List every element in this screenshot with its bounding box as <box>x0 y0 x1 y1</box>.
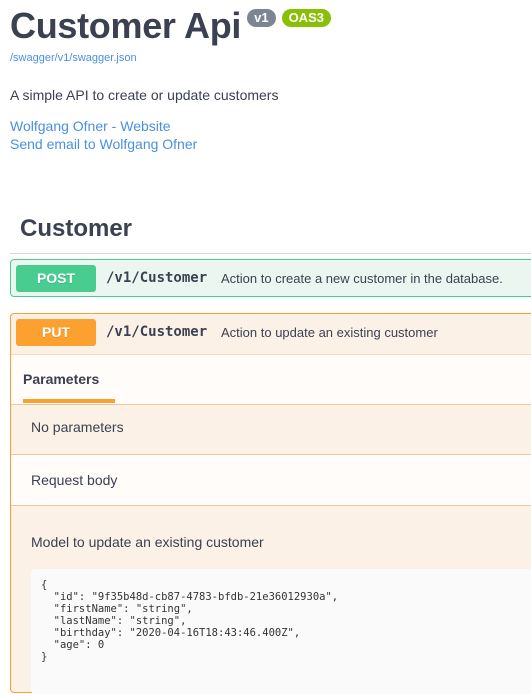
method-badge-post: POST <box>16 265 96 292</box>
api-title: Customer Api <box>10 5 242 46</box>
tag-section-customer[interactable]: Customer <box>10 205 531 254</box>
operation-summary[interactable]: POST /v1/Customer Action to create a new… <box>11 260 531 298</box>
operation-description: Action to create a new customer in the d… <box>221 271 503 286</box>
operation-post-customer[interactable]: POST /v1/Customer Action to create a new… <box>10 259 531 297</box>
parameters-header: Parameters <box>11 354 531 405</box>
tab-parameters[interactable]: Parameters <box>23 371 99 387</box>
oas-badge: OAS3 <box>281 9 331 27</box>
version-badge: v1 <box>247 9 276 27</box>
operation-description: Action to update an existing customer <box>221 325 438 340</box>
example-json[interactable]: { "id": "9f35b48d-cb87-4783-bfdb-21e3601… <box>41 579 338 663</box>
spec-url-link[interactable]: /swagger/v1/swagger.json <box>10 52 137 64</box>
model-description: Model to update an existing customer <box>31 534 264 550</box>
operation-path: /v1/Customer <box>106 270 208 286</box>
api-description: A simple API to create or update custome… <box>10 87 279 103</box>
no-parameters-text: No parameters <box>31 419 124 435</box>
tag-name: Customer <box>20 215 133 242</box>
example-body[interactable]: { "id": "9f35b48d-cb87-4783-bfdb-21e3601… <box>31 569 531 694</box>
operation-put-customer[interactable]: PUT /v1/Customer Action to update an exi… <box>10 313 531 694</box>
contact-email-link[interactable]: Send email to Wolfgang Ofner <box>10 136 197 152</box>
operation-path: /v1/Customer <box>106 324 208 340</box>
operation-summary[interactable]: PUT /v1/Customer Action to update an exi… <box>11 314 531 352</box>
tab-active-indicator <box>23 399 115 403</box>
request-body-header: Request body <box>11 454 531 506</box>
method-badge-put: PUT <box>16 319 96 346</box>
contact-website-link[interactable]: Wolfgang Ofner - Website <box>10 118 171 134</box>
title-row: Customer Api v1 OAS3 <box>10 4 331 50</box>
request-body-label: Request body <box>31 472 118 488</box>
